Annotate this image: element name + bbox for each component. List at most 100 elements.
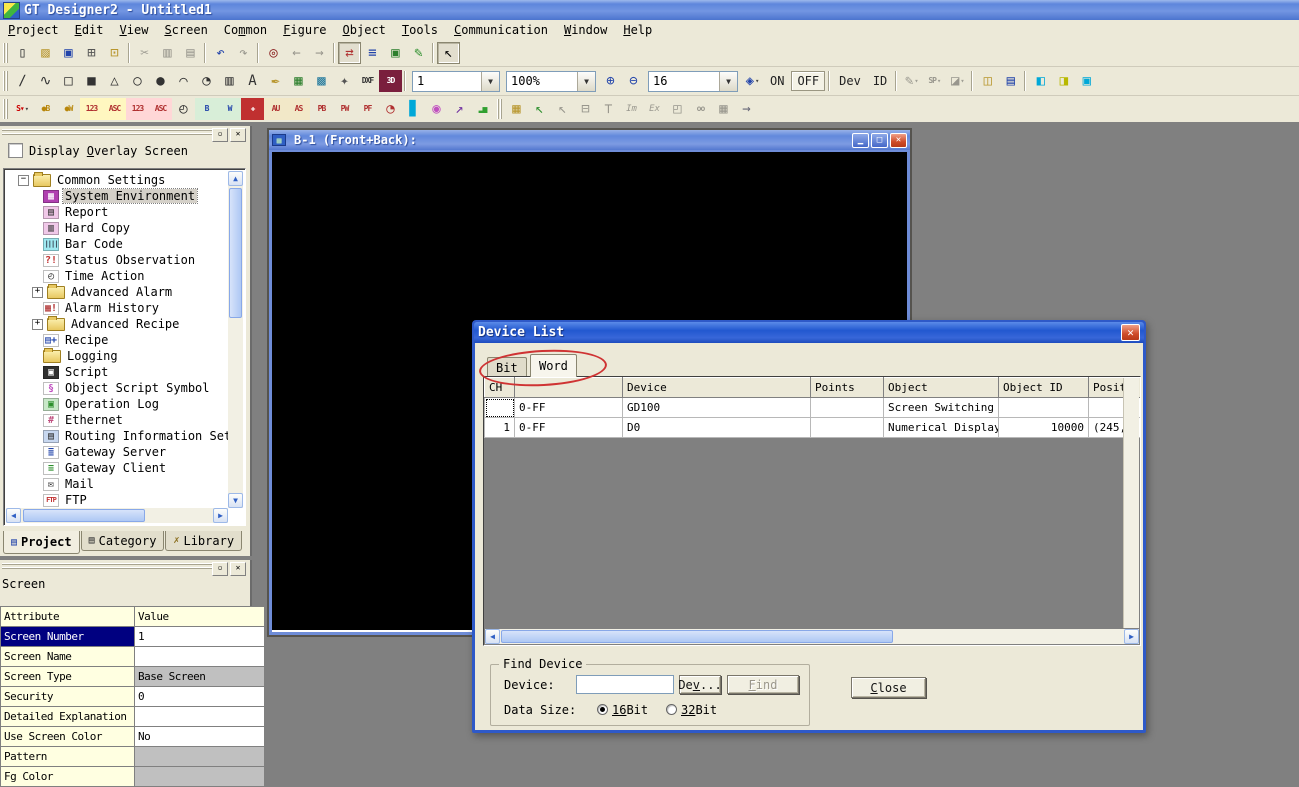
tree-horizontal-scrollbar[interactable]: ◀ ▶	[6, 508, 228, 523]
circle-icon[interactable]: ○	[126, 70, 149, 92]
tree-item-object-script-symbol[interactable]: §Object Script Symbol	[6, 380, 228, 396]
clock-display-icon[interactable]: ◴	[172, 98, 195, 120]
device-column-header[interactable]: Points	[811, 378, 884, 398]
save-project-icon[interactable]: ▣	[57, 42, 80, 64]
attribute-cell[interactable]: Screen Name	[1, 647, 135, 667]
value-cell[interactable]: No	[135, 727, 265, 747]
device-cell[interactable]	[485, 398, 515, 418]
menu-window[interactable]: Window	[556, 21, 615, 39]
device-column-header[interactable]	[515, 378, 623, 398]
attribute-cell[interactable]: Detailed Explanation	[1, 707, 135, 727]
menu-project[interactable]: Project	[0, 21, 67, 39]
open-screen-icon[interactable]: ⊡	[103, 42, 126, 64]
dxf-icon[interactable]: DXF	[356, 70, 379, 92]
tab-library[interactable]: ✗Library	[165, 531, 242, 551]
attribute-row[interactable]: Detailed Explanation	[1, 707, 265, 727]
chevron-down-icon[interactable]: ▼	[481, 72, 499, 91]
radio-32bit-label[interactable]: 32Bit	[681, 703, 717, 717]
close-icon[interactable]: ✕	[1121, 324, 1140, 341]
polygon-icon[interactable]: △	[103, 70, 126, 92]
tree-item-ftp[interactable]: FTPFTP	[6, 492, 228, 508]
forward-tool-icon[interactable]: →	[735, 98, 758, 120]
tab-bit[interactable]: Bit	[487, 357, 527, 377]
igs-icon[interactable]: 3D	[379, 70, 402, 92]
device-row[interactable]: 10-FFD0Numerical Display10000(245,	[485, 418, 1142, 438]
panel-grip[interactable]	[2, 563, 224, 571]
scroll-down-icon[interactable]: ▼	[228, 493, 243, 508]
system-alarm-icon[interactable]: AS	[287, 98, 310, 120]
radio-16bit-label[interactable]: 16Bit	[612, 703, 648, 717]
menu-screen[interactable]: Screen	[156, 21, 215, 39]
device-column-header[interactable]: Object	[884, 378, 999, 398]
sector-icon[interactable]: ◔	[195, 70, 218, 92]
numerical-input-icon[interactable]: 123	[126, 98, 149, 120]
new-doc-icon[interactable]: ▯	[11, 42, 34, 64]
attribute-row[interactable]: Security0	[1, 687, 265, 707]
attribute-cell[interactable]: Security	[1, 687, 135, 707]
paint-icon[interactable]: ✒	[264, 70, 287, 92]
attribute-row[interactable]: Pattern	[1, 747, 265, 767]
tab-category[interactable]: ▤Category	[81, 531, 165, 551]
trend-graph-icon[interactable]: ↗	[448, 98, 471, 120]
device-horizontal-scrollbar[interactable]: ◀ ▶	[485, 629, 1139, 644]
value-cell[interactable]	[135, 647, 265, 667]
window-display-icon[interactable]: ▣	[384, 42, 407, 64]
panel-grip[interactable]	[2, 129, 224, 137]
tree-item-advanced-alarm[interactable]: +Advanced Alarm	[6, 284, 228, 300]
toolbar-grip[interactable]	[2, 43, 9, 63]
value-cell[interactable]	[135, 707, 265, 727]
menu-common[interactable]: Common	[216, 21, 275, 39]
ascii-input-icon[interactable]: ASC	[149, 98, 172, 120]
tree-item-advanced-recipe[interactable]: +Advanced Recipe	[6, 316, 228, 332]
attribute-cell[interactable]: Screen Number	[1, 627, 135, 647]
switch-icon[interactable]: S▾▾	[11, 98, 34, 120]
parts-display-icon[interactable]: ▩	[310, 70, 333, 92]
tree-item-mail[interactable]: ✉Mail	[6, 476, 228, 492]
scroll-left-icon[interactable]: ◀	[485, 629, 500, 644]
parts-display-word-icon[interactable]: PW	[333, 98, 356, 120]
comment-word-icon[interactable]: W	[218, 98, 241, 120]
front-layer-icon[interactable]: ◧	[1029, 70, 1052, 92]
value-cell[interactable]: 1	[135, 627, 265, 647]
menu-help[interactable]: Help	[615, 21, 660, 39]
parts-movement-icon[interactable]: ◉	[425, 98, 448, 120]
value-cell[interactable]: 0	[135, 687, 265, 707]
device-cell[interactable]	[811, 418, 884, 438]
device-column-header[interactable]: Device	[623, 378, 811, 398]
object-pointer-icon[interactable]: ↖	[528, 98, 551, 120]
scrollbar-thumb[interactable]	[229, 188, 242, 318]
tab-project[interactable]: ▤Project	[3, 531, 80, 554]
data-list-icon[interactable]: ▤	[999, 70, 1022, 92]
menu-tools[interactable]: Tools	[394, 21, 446, 39]
window-preview-icon[interactable]: ◫	[976, 70, 999, 92]
menu-figure[interactable]: Figure	[275, 21, 334, 39]
minimize-button[interactable]: ▁	[852, 133, 869, 148]
device-cell[interactable]	[811, 398, 884, 418]
radio-32bit[interactable]	[666, 704, 677, 715]
restore-panel-icon[interactable]: ▫	[212, 562, 228, 576]
dialog-title-bar[interactable]: Device List ✕	[474, 322, 1144, 343]
line-icon[interactable]: ∕	[11, 70, 34, 92]
id-toggle-button[interactable]: ID	[868, 72, 892, 90]
zoom-out-icon[interactable]: ⊖	[622, 70, 645, 92]
value-cell[interactable]	[135, 747, 265, 767]
polyline-icon[interactable]: ∿	[34, 70, 57, 92]
tree-item-gateway-server[interactable]: ≣Gateway Server	[6, 444, 228, 460]
menu-edit[interactable]: Edit	[67, 21, 112, 39]
attribute-cell[interactable]: Use Screen Color	[1, 727, 135, 747]
level-icon[interactable]: ▊	[402, 98, 425, 120]
open-project-icon[interactable]: ▨	[34, 42, 57, 64]
device-cell[interactable]: 0-FF	[515, 398, 623, 418]
chevron-down-icon[interactable]: ▼	[577, 72, 595, 91]
filled-rectangle-icon[interactable]: ■	[80, 70, 103, 92]
parts-display-fixed-icon[interactable]: PF	[356, 98, 379, 120]
back-layer-icon[interactable]: ◨	[1052, 70, 1075, 92]
attribute-cell[interactable]: Fg Color	[1, 767, 135, 787]
color-combo[interactable]: 16 ▼	[648, 71, 738, 92]
bar-graph-icon[interactable]: ▂▅	[471, 98, 494, 120]
chevron-down-icon[interactable]: ▼	[719, 72, 737, 91]
display-overlay-checkbox[interactable]	[8, 143, 23, 158]
device-cell[interactable]: Numerical Display	[884, 418, 999, 438]
device-row[interactable]: 0-FFGD100Screen Switching	[485, 398, 1142, 418]
collapse-icon[interactable]: −	[18, 175, 29, 186]
